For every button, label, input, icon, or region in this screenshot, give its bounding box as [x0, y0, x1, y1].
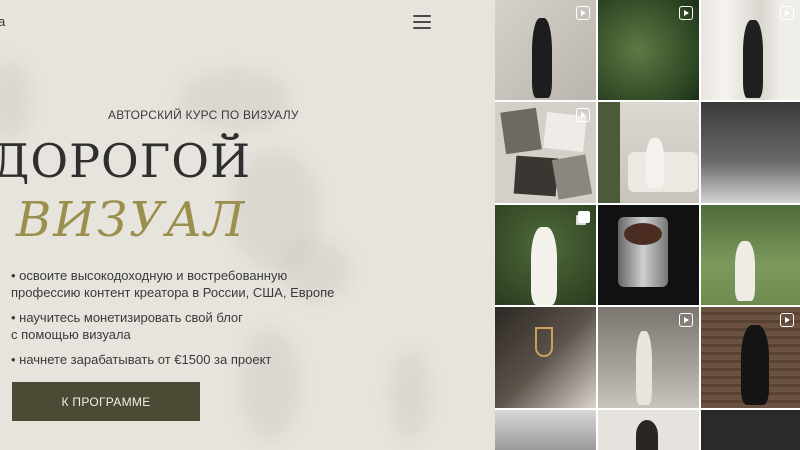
reel-icon	[576, 6, 590, 20]
benefit-item: • освоите высокодоходную и востребованну…	[11, 268, 335, 300]
reel-icon	[576, 108, 590, 122]
gallery-tile-dark-interior[interactable]	[701, 410, 800, 450]
gallery-tile-woman-street[interactable]	[598, 307, 699, 408]
gallery-tile-hosta-leaves[interactable]	[598, 0, 699, 100]
benefit-item: • начнете зарабатывать от €1500 за проек…	[11, 352, 272, 367]
hamburger-menu-icon[interactable]	[413, 15, 431, 29]
gallery-tile-coffee-pot-stove[interactable]	[598, 205, 699, 305]
title-line-1: ДОРОГОЙ	[0, 134, 252, 188]
carousel-icon	[578, 211, 590, 223]
program-button[interactable]: К ПРОГРАММЕ	[12, 382, 200, 421]
gallery-tile-woman-garden-swing[interactable]	[701, 205, 800, 305]
gallery-tile-wine-glasses-table[interactable]	[495, 307, 596, 408]
reel-icon	[780, 6, 794, 20]
instagram-gallery	[495, 0, 800, 450]
gallery-tile-woman-columns[interactable]	[701, 0, 800, 100]
benefits-list: • освоите высокодоходную и востребованну…	[11, 267, 391, 376]
reel-icon	[679, 6, 693, 20]
reel-icon	[679, 313, 693, 327]
gallery-tile-woman-black-dress[interactable]	[495, 0, 596, 100]
gallery-tile-grey-sky-bird[interactable]	[701, 102, 800, 203]
logo[interactable]: a	[0, 14, 5, 29]
gallery-tile-woman-wooden-wall[interactable]	[701, 307, 800, 408]
hero-section: a АВТОРСКИЙ КУРС ПО ВИЗУАЛУ ДОРОГОЙ ВИЗУ…	[0, 0, 495, 450]
gallery-tile-woman-white-suit[interactable]	[495, 205, 596, 305]
gallery-tile-woman-on-sofa[interactable]	[598, 102, 699, 203]
gallery-tile-woman-portrait[interactable]	[598, 410, 699, 450]
course-subtitle: АВТОРСКИЙ КУРС ПО ВИЗУАЛУ	[108, 108, 299, 122]
benefit-item: • научитесь монетизировать свой блог с п…	[11, 310, 243, 342]
gallery-tile-photo-prints-collage[interactable]	[495, 102, 596, 203]
title-line-2: ВИЗУАЛ	[16, 192, 247, 248]
gallery-tile-palm-tree-bw[interactable]	[495, 410, 596, 450]
reel-icon	[780, 313, 794, 327]
